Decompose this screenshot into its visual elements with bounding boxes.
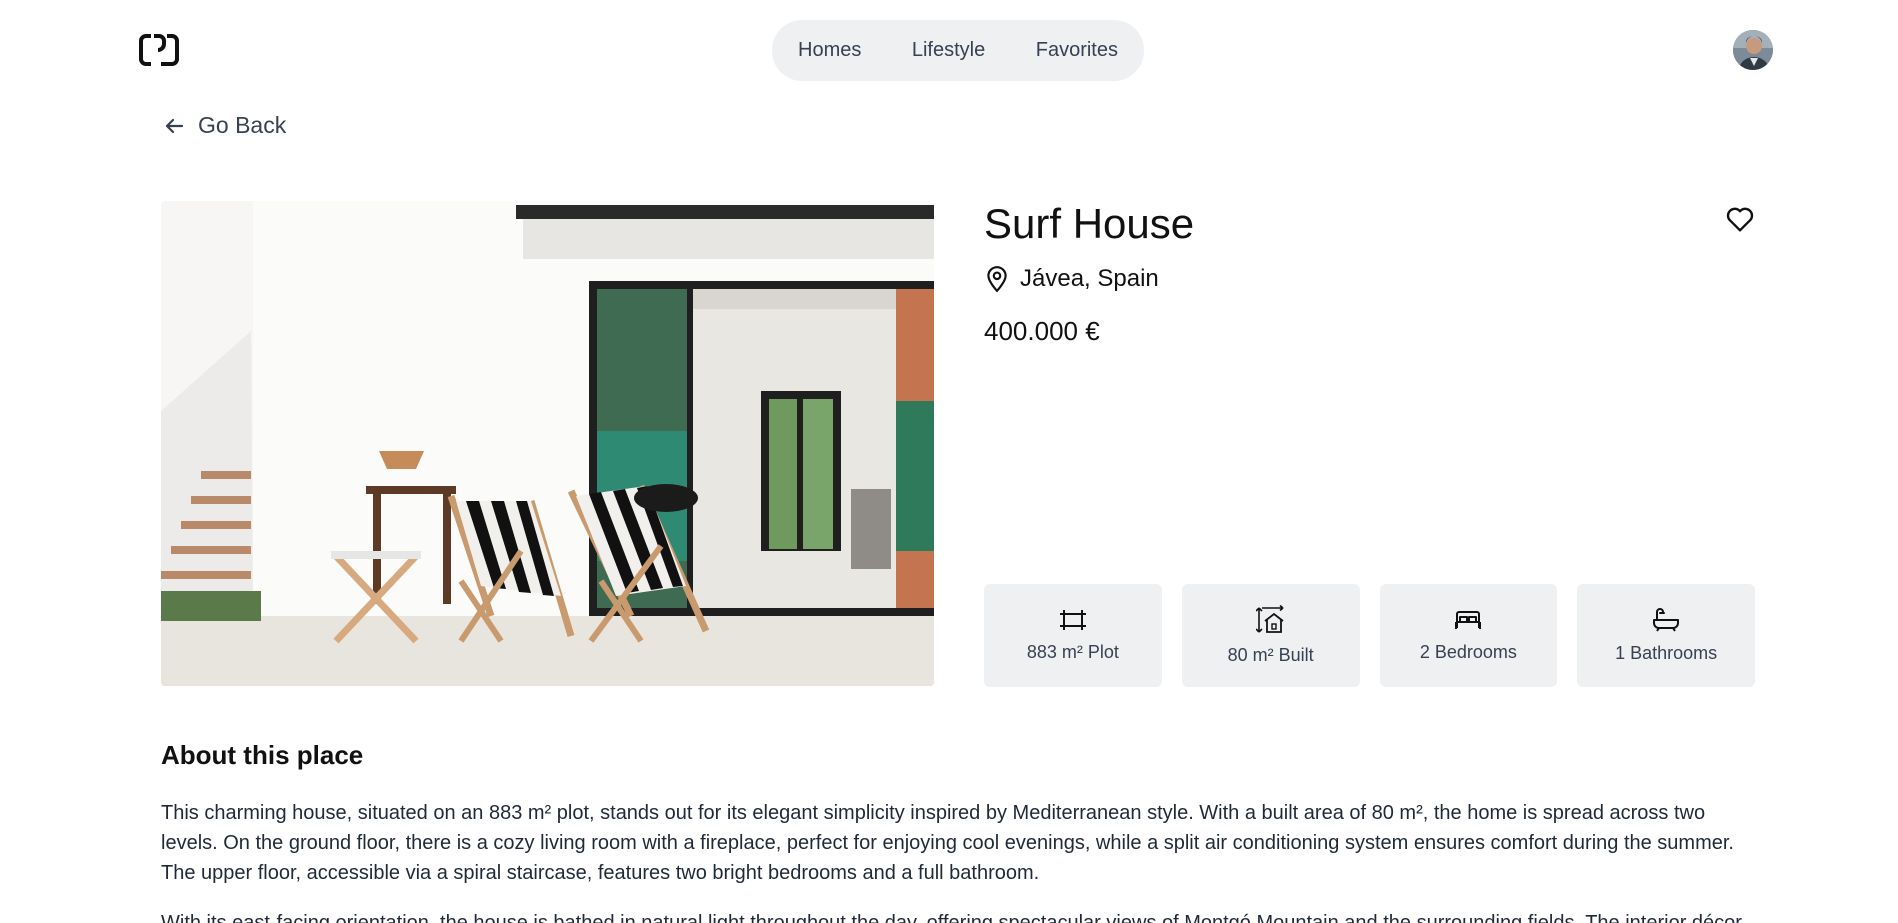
feature-bedrooms: 2 Bedrooms [1379,584,1558,687]
plot-frame-icon [1059,610,1086,630]
feature-plot: 883 m² Plot [984,584,1162,687]
user-avatar-icon [1733,30,1773,70]
about-paragraph: This charming house, situated on an 883 … [161,802,1734,884]
go-back-label: Go Back [198,112,287,138]
heart-icon [1726,207,1754,232]
bathtub-icon [1653,608,1680,632]
feature-label: 2 Bedrooms [1419,642,1517,662]
about-heading: About this place [161,740,364,770]
listing-location: Jávea, Spain [984,265,1159,293]
nav-homes[interactable]: Homes [798,39,861,62]
listing-photo [161,201,934,686]
listing-title: Surf House [984,200,1195,247]
logo[interactable] [137,30,181,70]
feature-bathrooms: 1 Bathrooms [1577,584,1755,687]
main-nav: Homes Lifestyle Favorites [772,20,1144,81]
nav-lifestyle[interactable]: Lifestyle [912,39,985,62]
feature-list: 883 m² Plot 80 m² Built 2 Bedrooms 1 Bat… [984,584,1755,687]
location-text: Jávea, Spain [1020,265,1159,292]
avatar[interactable] [1733,30,1773,70]
house-photo-illustration [161,201,934,686]
feature-label: 883 m² Plot [1026,642,1119,662]
listing-price: 400.000 € [984,316,1100,346]
map-pin-icon [987,266,1007,293]
built-house-icon [1255,605,1284,633]
logo-mark-icon [139,34,179,66]
bed-icon [1455,611,1482,629]
feature-label: 1 Bathrooms [1615,643,1718,663]
feature-label: 80 m² Built [1227,645,1314,665]
favorite-button[interactable] [1724,203,1756,235]
go-back-link[interactable]: Go Back [162,112,286,139]
about-paragraph: With its east-facing orientation, the ho… [161,912,1742,923]
arrow-left-icon [165,118,184,133]
feature-built: 80 m² Built [1181,584,1360,687]
nav-favorites[interactable]: Favorites [1036,39,1118,62]
